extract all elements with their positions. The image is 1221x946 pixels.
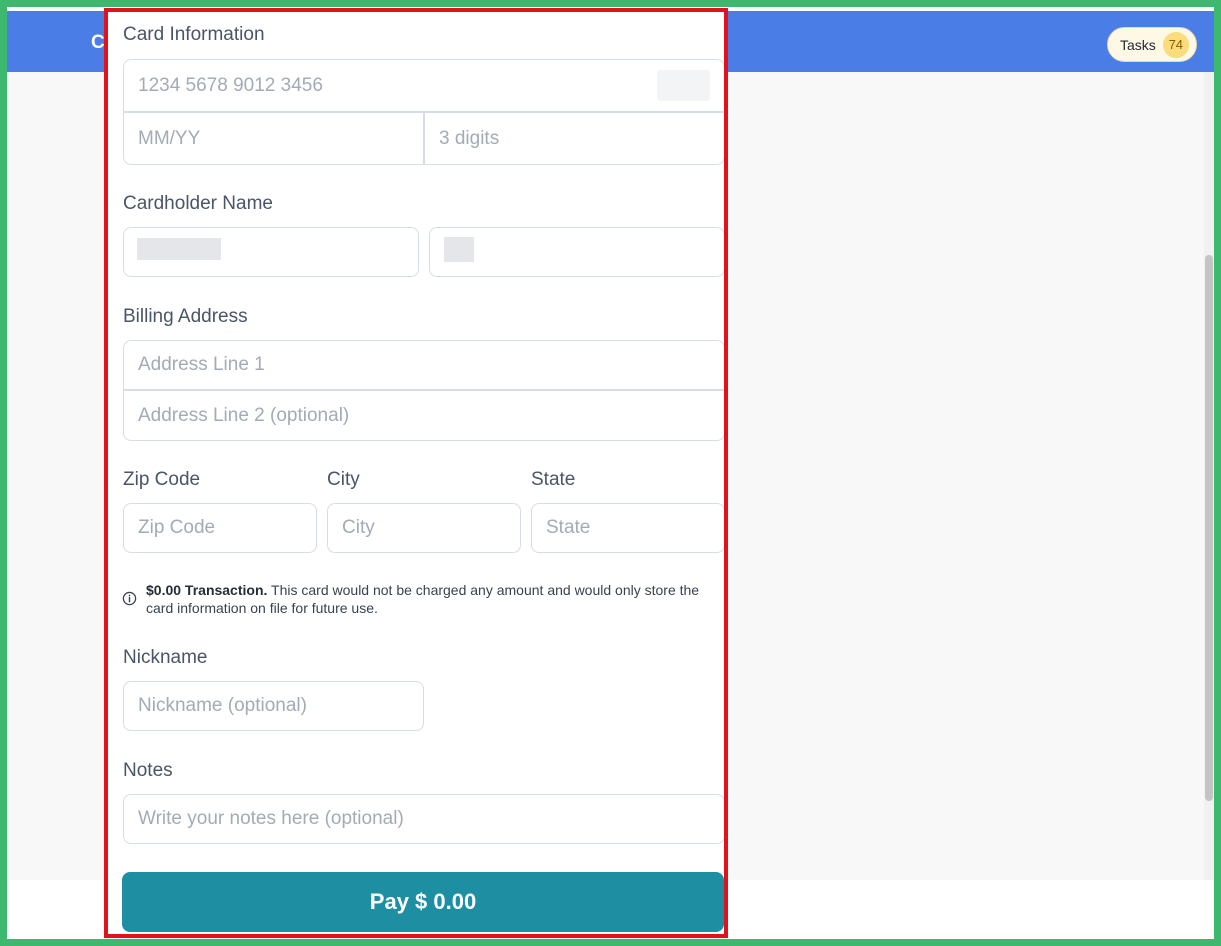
address-line-2-input[interactable] (124, 391, 724, 440)
zip-code-label: Zip Code (123, 469, 201, 490)
city-input[interactable] (327, 503, 521, 553)
payment-form-panel: Card Information Cardholder Name Billing… (104, 8, 728, 938)
info-icon (122, 591, 137, 606)
nickname-label: Nickname (123, 647, 208, 668)
cvc-input[interactable] (425, 113, 724, 164)
expiry-input[interactable] (124, 113, 423, 164)
notice-text-block: $0.00 Transaction. This card would not b… (146, 581, 712, 617)
pay-button[interactable]: Pay $ 0.00 (122, 872, 724, 932)
app-window: C Tasks 74 Card Information Cardholder N… (7, 7, 1214, 939)
tasks-count-badge: 74 (1162, 31, 1189, 58)
tasks-button[interactable]: Tasks 74 (1107, 27, 1197, 62)
brand-initial: C (91, 32, 105, 53)
redacted-first-name (137, 238, 221, 260)
billing-address-group (123, 340, 724, 441)
address-line-1-input[interactable] (124, 341, 724, 389)
card-information-group (123, 59, 724, 165)
card-brand-icon (657, 70, 710, 101)
notes-label: Notes (123, 760, 173, 781)
city-label: City (327, 469, 360, 490)
notice-bold-text: $0.00 Transaction. (146, 582, 268, 598)
zip-code-input[interactable] (123, 503, 317, 553)
billing-address-label: Billing Address (123, 306, 248, 327)
card-number-input[interactable] (124, 60, 724, 111)
scrollbar-thumb[interactable] (1205, 255, 1213, 801)
state-label: State (531, 469, 576, 490)
redacted-last-name (444, 237, 474, 262)
tasks-label: Tasks (1120, 36, 1156, 53)
cardholder-name-label: Cardholder Name (123, 193, 273, 214)
cardholder-last-name-field[interactable] (429, 227, 724, 277)
card-information-label: Card Information (123, 24, 265, 45)
notes-input[interactable] (123, 794, 724, 844)
zero-transaction-notice: $0.00 Transaction. This card would not b… (122, 581, 712, 617)
nickname-input[interactable] (123, 681, 424, 731)
state-input[interactable] (531, 503, 724, 553)
cardholder-first-name-field[interactable] (123, 227, 419, 277)
